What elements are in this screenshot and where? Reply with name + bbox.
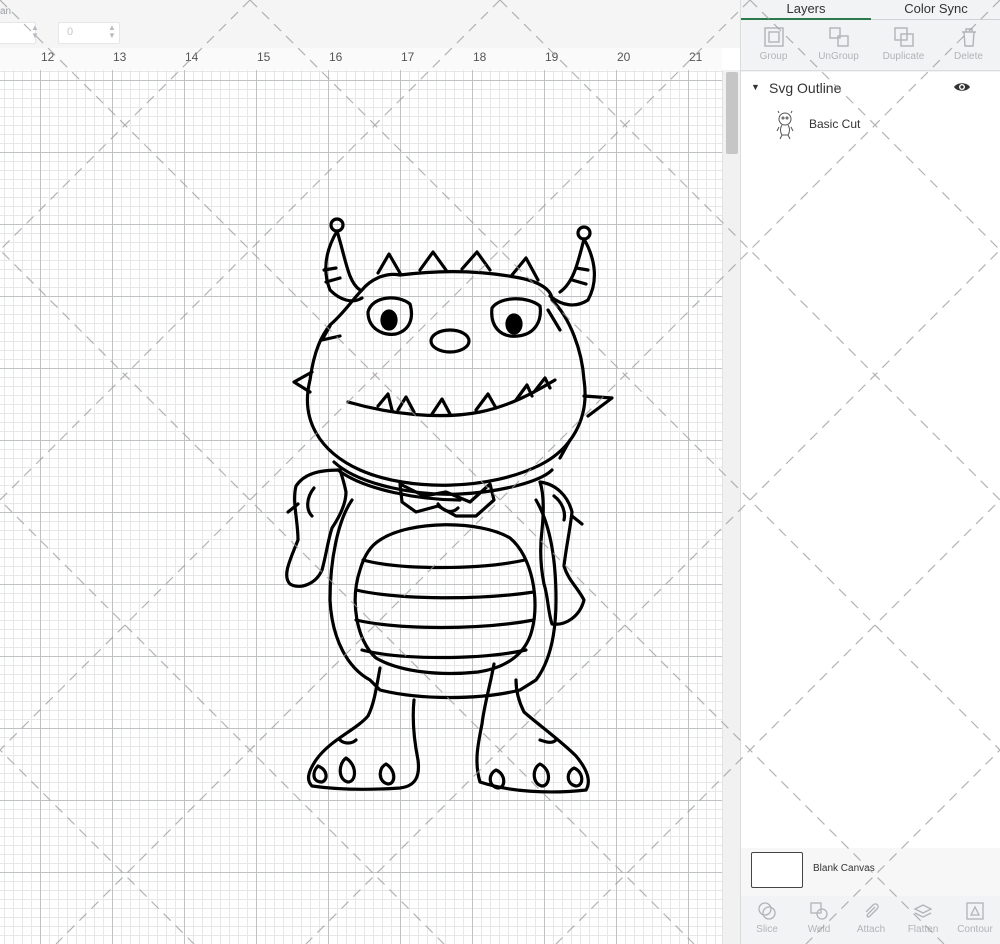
layer-group-row[interactable]: ▼ Svg Outline — [741, 72, 1000, 104]
tab-color-sync[interactable]: Color Sync — [871, 0, 1000, 20]
layer-group-name: Svg Outline — [769, 80, 842, 96]
slice-icon — [758, 902, 776, 920]
layer-toolbar: Group UnGroup Duplicate Delete — [741, 20, 1000, 71]
stepper-icon[interactable]: ▲ ▼ — [108, 24, 116, 40]
flatten-button[interactable]: Flatten — [897, 896, 949, 944]
paperclip-icon — [865, 903, 879, 918]
ruler-tick: 18 — [473, 50, 487, 64]
ruler-tick: 12 — [41, 50, 55, 64]
group-icon — [763, 27, 784, 47]
ruler-tick: 15 — [257, 50, 271, 64]
duplicate-icon — [893, 27, 914, 47]
design-canvas[interactable] — [0, 70, 722, 944]
triangle-down-icon[interactable]: ▼ — [751, 82, 760, 92]
layer-item-name: Basic Cut — [809, 117, 861, 131]
monster-thumbnail-icon — [776, 110, 794, 140]
eye-icon[interactable] — [953, 80, 971, 94]
blank-canvas-row[interactable]: Blank Canvas — [741, 848, 1000, 896]
layers-panel: Layers Color Sync Group UnGroup Duplicat… — [740, 0, 1000, 944]
group-button[interactable]: Group — [741, 20, 806, 70]
ungroup-button[interactable]: UnGroup — [806, 20, 871, 70]
ruler-tick: 13 — [113, 50, 127, 64]
delete-button[interactable]: Delete — [936, 20, 1000, 70]
attach-button[interactable]: Attach — [845, 896, 897, 944]
ungroup-label: UnGroup — [818, 51, 859, 62]
tab-layers[interactable]: Layers — [741, 0, 871, 20]
layer-item-row[interactable]: Basic Cut — [741, 106, 1000, 146]
group-label: Group — [759, 51, 788, 62]
delete-label: Delete — [954, 51, 983, 62]
scrollbar-thumb[interactable] — [726, 72, 738, 154]
weld-icon — [810, 902, 828, 920]
contour-icon — [966, 902, 984, 920]
top-options-bar: an ▲ ▼ 0 ▲ ▼ — [0, 0, 740, 48]
ruler-tick: 16 — [329, 50, 343, 64]
ungroup-icon — [828, 27, 849, 47]
partial-label: an — [0, 6, 12, 17]
ruler-tick: 19 — [545, 50, 559, 64]
trash-icon — [961, 28, 976, 47]
contour-label: Contour — [957, 924, 993, 935]
weld-button[interactable]: Weld — [793, 896, 845, 944]
attach-label: Attach — [856, 924, 886, 935]
weld-label: Weld — [807, 924, 831, 935]
canvas-vertical-scrollbar[interactable] — [722, 70, 741, 944]
ruler-tick: 21 — [689, 50, 703, 64]
slice-button[interactable]: Slice — [741, 896, 793, 944]
ruler-tick: 20 — [617, 50, 631, 64]
layers-list: ▼ Svg Outline Basic Cut — [741, 72, 1000, 849]
contour-button[interactable]: Contour — [949, 896, 1000, 944]
flatten-icon — [913, 904, 933, 918]
monster-outline-design[interactable] — [270, 210, 630, 810]
ruler-tick: 14 — [185, 50, 199, 64]
duplicate-button[interactable]: Duplicate — [871, 20, 936, 70]
blank-canvas-swatch[interactable] — [751, 852, 803, 888]
flatten-label: Flatten — [907, 924, 939, 935]
duplicate-label: Duplicate — [882, 51, 925, 62]
slice-label: Slice — [756, 924, 778, 935]
horizontal-ruler: 12 13 14 15 16 17 18 19 20 21 — [0, 48, 722, 71]
ruler-tick: 17 — [401, 50, 415, 64]
panel-tabs: Layers Color Sync — [741, 0, 1000, 20]
stepper-icon[interactable]: ▲ ▼ — [31, 24, 39, 40]
blank-canvas-label: Blank Canvas — [813, 863, 875, 874]
field-2-value: 0 — [67, 26, 74, 38]
bottom-toolbar: Slice Weld Attach Flatten Contour — [741, 896, 1000, 944]
